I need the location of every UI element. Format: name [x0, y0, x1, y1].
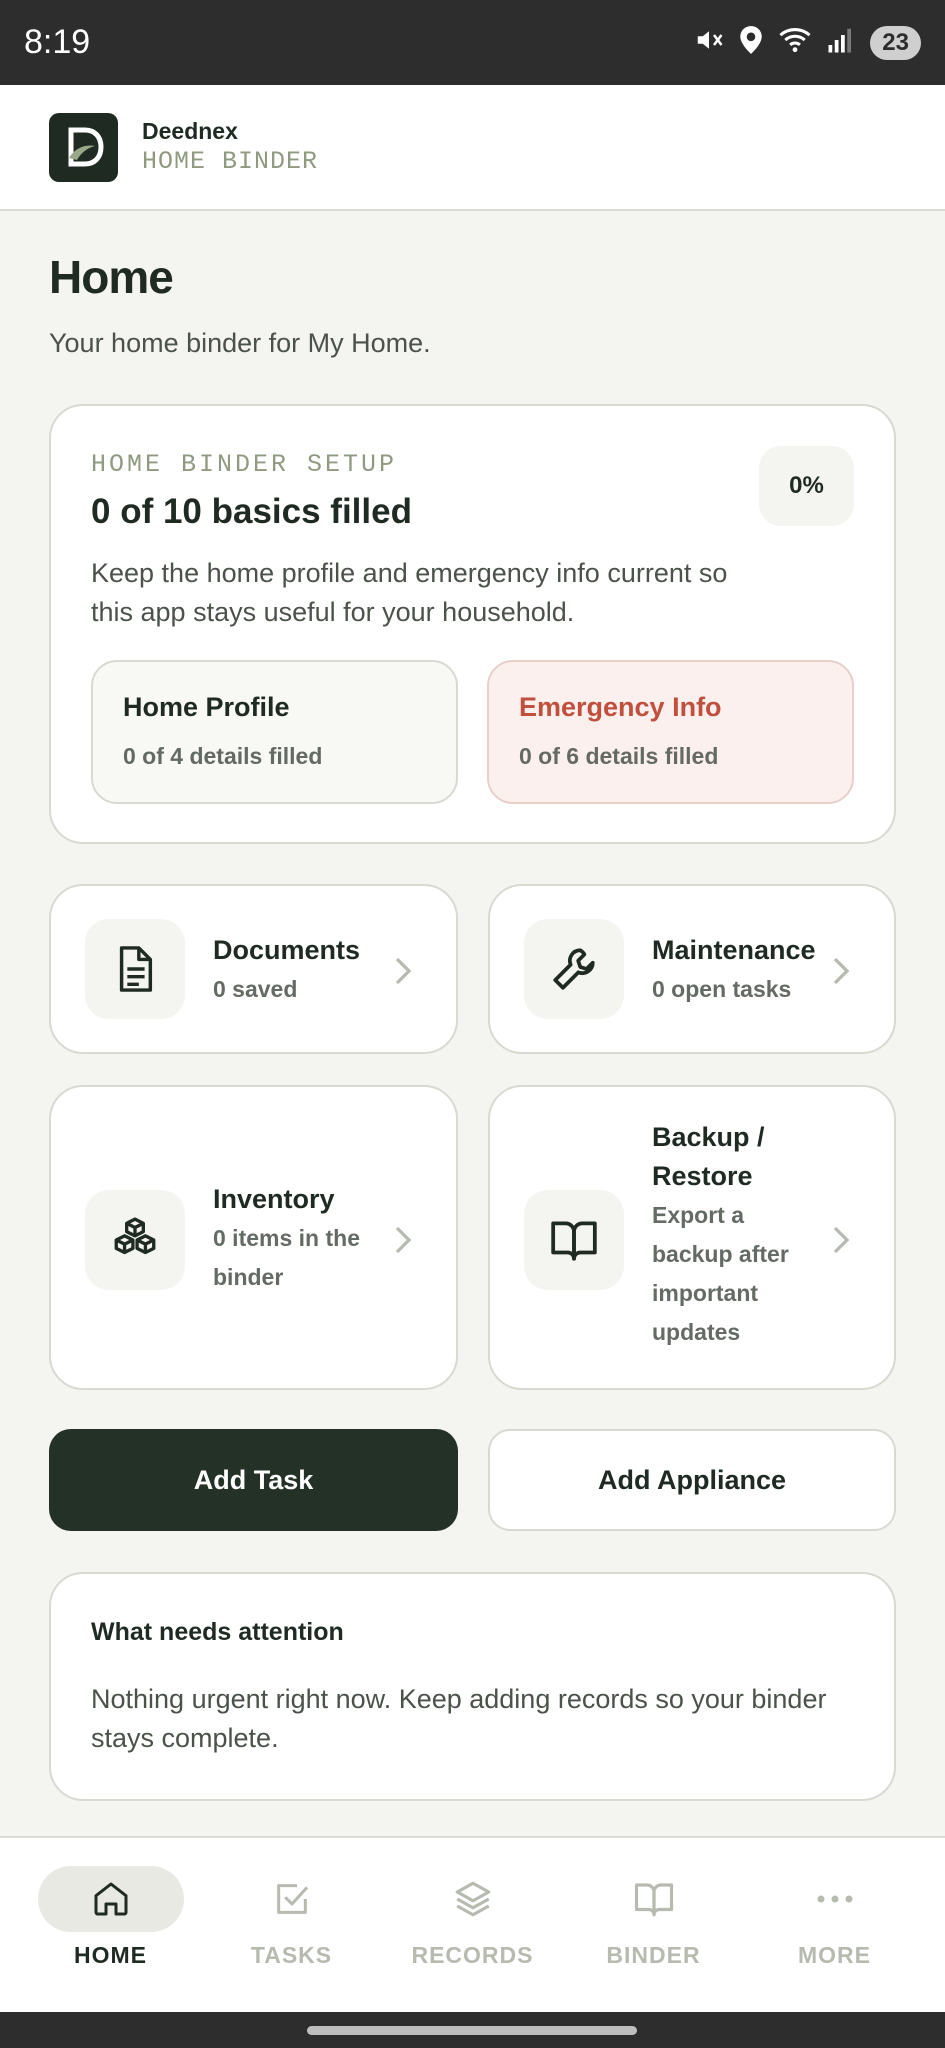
- setup-card: HOME BINDER SETUP 0 of 10 basics filled …: [49, 404, 896, 844]
- chevron-right-icon: [832, 956, 850, 991]
- home-profile-card[interactable]: Home Profile 0 of 4 details filled: [91, 660, 458, 804]
- brand-name: Deednex: [142, 118, 238, 144]
- nav-label-records: RECORDS: [411, 1942, 534, 1968]
- home-profile-status: 0 of 4 details filled: [123, 743, 323, 769]
- documents-title: Documents: [213, 935, 361, 965]
- brand-subtitle: HOME BINDER: [142, 147, 319, 176]
- add-appliance-button[interactable]: Add Appliance: [488, 1429, 896, 1531]
- battery-icon: 23: [870, 25, 921, 60]
- brand-block: Deednex HOME BINDER: [142, 118, 318, 176]
- status-bar: 8:19 23: [0, 0, 945, 85]
- documents-tile[interactable]: Documents 0 saved: [49, 884, 458, 1054]
- documents-subtitle: 0 saved: [213, 976, 298, 1002]
- chevron-right-icon: [394, 956, 412, 991]
- status-icons: 23: [694, 25, 921, 60]
- nav-label-home: HOME: [74, 1942, 147, 1968]
- emergency-info-card[interactable]: Emergency Info 0 of 6 details filled: [487, 660, 854, 804]
- maintenance-title: Maintenance: [652, 935, 816, 965]
- layers-icon: [400, 1866, 546, 1932]
- emergency-info-title: Emergency Info: [519, 692, 722, 722]
- bottom-nav: HOME TASKS RECORDS BINDER MORE: [0, 1836, 945, 2012]
- wifi-icon: [778, 25, 812, 60]
- nav-item-home[interactable]: HOME: [31, 1838, 191, 2012]
- checkbox-icon: [219, 1866, 365, 1932]
- chevron-right-icon: [394, 1225, 412, 1260]
- attention-title: What needs attention: [91, 1618, 344, 1646]
- backup-text: Backup / Restore Export a backup after i…: [652, 1118, 822, 1352]
- setup-eyebrow: HOME BINDER SETUP: [91, 450, 398, 479]
- nav-item-binder[interactable]: BINDER: [574, 1838, 734, 2012]
- setup-percent-badge: 0%: [759, 446, 854, 526]
- inventory-subtitle: 0 items in the binder: [213, 1225, 360, 1290]
- nav-item-more[interactable]: MORE: [755, 1838, 915, 2012]
- backup-title: Backup / Restore: [652, 1122, 765, 1191]
- backup-restore-tile[interactable]: Backup / Restore Export a backup after i…: [488, 1085, 896, 1390]
- nav-label-tasks: TASKS: [250, 1942, 333, 1968]
- attention-description: Nothing urgent right now. Keep adding re…: [91, 1684, 827, 1753]
- document-icon: [85, 919, 185, 1019]
- setup-headline: 0 of 10 basics filled: [91, 492, 412, 531]
- nav-label-more: MORE: [798, 1942, 871, 1968]
- maintenance-subtitle: 0 open tasks: [652, 976, 792, 1002]
- inventory-text: Inventory 0 items in the binder: [213, 1180, 373, 1297]
- more-icon: [762, 1866, 908, 1932]
- app-logo: [49, 112, 118, 182]
- signal-icon: [826, 25, 856, 60]
- home-icon: [37, 1866, 184, 1932]
- nav-item-tasks[interactable]: TASKS: [212, 1838, 372, 2012]
- setup-description: Keep the home profile and emergency info…: [91, 558, 728, 627]
- maintenance-text: Maintenance 0 open tasks: [652, 931, 832, 1009]
- nav-item-records[interactable]: RECORDS: [393, 1838, 553, 2012]
- attention-card: What needs attention Nothing urgent righ…: [49, 1572, 896, 1801]
- system-nav-bar: [0, 2012, 945, 2048]
- page-title: Home: [49, 251, 174, 303]
- mute-icon: [694, 25, 724, 60]
- home-profile-title: Home Profile: [123, 692, 290, 722]
- wrench-icon: [524, 919, 624, 1019]
- app-header: Deednex HOME BINDER: [0, 85, 945, 211]
- page-subtitle: Your home binder for My Home.: [49, 328, 431, 358]
- inventory-title: Inventory: [213, 1184, 335, 1214]
- nav-label-binder: BINDER: [606, 1942, 701, 1968]
- inventory-tile[interactable]: Inventory 0 items in the binder: [49, 1085, 458, 1390]
- backup-subtitle: Export a backup after important updates: [652, 1202, 789, 1345]
- book-icon: [524, 1190, 624, 1290]
- book-icon: [581, 1866, 727, 1932]
- emergency-info-status: 0 of 6 details filled: [519, 743, 719, 769]
- location-icon: [738, 25, 764, 60]
- boxes-icon: [85, 1190, 185, 1290]
- status-time: 8:19: [24, 23, 91, 61]
- add-task-button[interactable]: Add Task: [49, 1429, 458, 1531]
- chevron-right-icon: [832, 1225, 850, 1260]
- documents-text: Documents 0 saved: [213, 931, 373, 1009]
- home-gesture-handle[interactable]: [307, 2026, 637, 2035]
- maintenance-tile[interactable]: Maintenance 0 open tasks: [488, 884, 896, 1054]
